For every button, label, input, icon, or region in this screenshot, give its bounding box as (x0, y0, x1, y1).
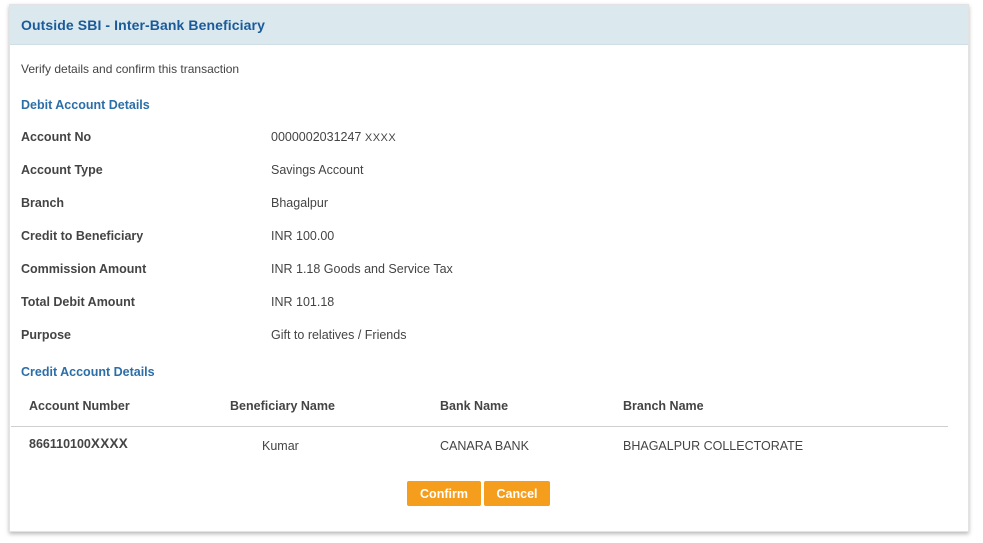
intro-text: Verify details and confirm this transact… (21, 62, 240, 76)
detail-label: Branch (21, 196, 65, 210)
cancel-button[interactable]: Cancel (484, 481, 550, 506)
detail-value: INR 100.00 (271, 229, 335, 243)
detail-label: Commission Amount (21, 262, 147, 276)
detail-row-commission-amount: Commission Amount INR 1.18 Goods and Ser… (21, 262, 921, 278)
detail-row-total-debit-amount: Total Debit Amount INR 101.18 (21, 295, 921, 311)
detail-row-purpose: Purpose Gift to relatives / Friends (21, 328, 921, 344)
debit-section-title: Debit Account Details (21, 98, 150, 112)
action-buttons: Confirm Cancel (407, 481, 550, 506)
detail-row-account-no: Account No 0000002031247 XXXX (21, 130, 921, 146)
column-header-beneficiary-name: Beneficiary Name (230, 399, 335, 413)
confirm-button[interactable]: Confirm (407, 481, 481, 506)
detail-value: 0000002031247 XXXX (271, 130, 396, 144)
cell-beneficiary-name: Kumar (262, 439, 299, 453)
table-row: 866110100XXXX Kumar CANARA BANK BHAGALPU… (11, 427, 948, 463)
detail-row-credit-to-beneficiary: Credit to Beneficiary INR 100.00 (21, 229, 921, 245)
detail-value: INR 101.18 (271, 295, 335, 309)
account-number-mask: XXXX (90, 436, 129, 451)
cell-bank-name: CANARA BANK (440, 439, 529, 453)
detail-value: Gift to relatives / Friends (271, 328, 407, 342)
table-header-row: Account Number Beneficiary Name Bank Nam… (11, 390, 948, 427)
account-no-mask: XXXX (364, 132, 397, 144)
account-number-value: 866110100 (29, 437, 91, 451)
detail-label: Account Type (21, 163, 103, 177)
detail-label: Credit to Beneficiary (21, 229, 144, 243)
detail-value: Bhagalpur (271, 196, 328, 210)
column-header-account-number: Account Number (29, 399, 130, 413)
detail-row-branch: Branch Bhagalpur (21, 196, 921, 212)
detail-label: Purpose (21, 328, 72, 342)
credit-section-title: Credit Account Details (21, 365, 155, 379)
account-no-value: 0000002031247 (271, 130, 362, 144)
column-header-branch-name: Branch Name (623, 399, 704, 413)
detail-label: Account No (21, 130, 92, 144)
column-header-bank-name: Bank Name (440, 399, 509, 413)
cell-branch-name: BHAGALPUR COLLECTORATE (623, 439, 804, 453)
panel-header: Outside SBI - Inter-Bank Beneficiary (10, 5, 968, 45)
credit-account-table: Account Number Beneficiary Name Bank Nam… (11, 390, 948, 463)
detail-label: Total Debit Amount (21, 295, 135, 309)
detail-row-account-type: Account Type Savings Account (21, 163, 921, 179)
detail-value: Savings Account (271, 163, 364, 177)
panel-title: Outside SBI - Inter-Bank Beneficiary (21, 16, 265, 33)
detail-value: INR 1.18 Goods and Service Tax (271, 262, 453, 276)
cell-account-number: 866110100XXXX (29, 436, 128, 451)
